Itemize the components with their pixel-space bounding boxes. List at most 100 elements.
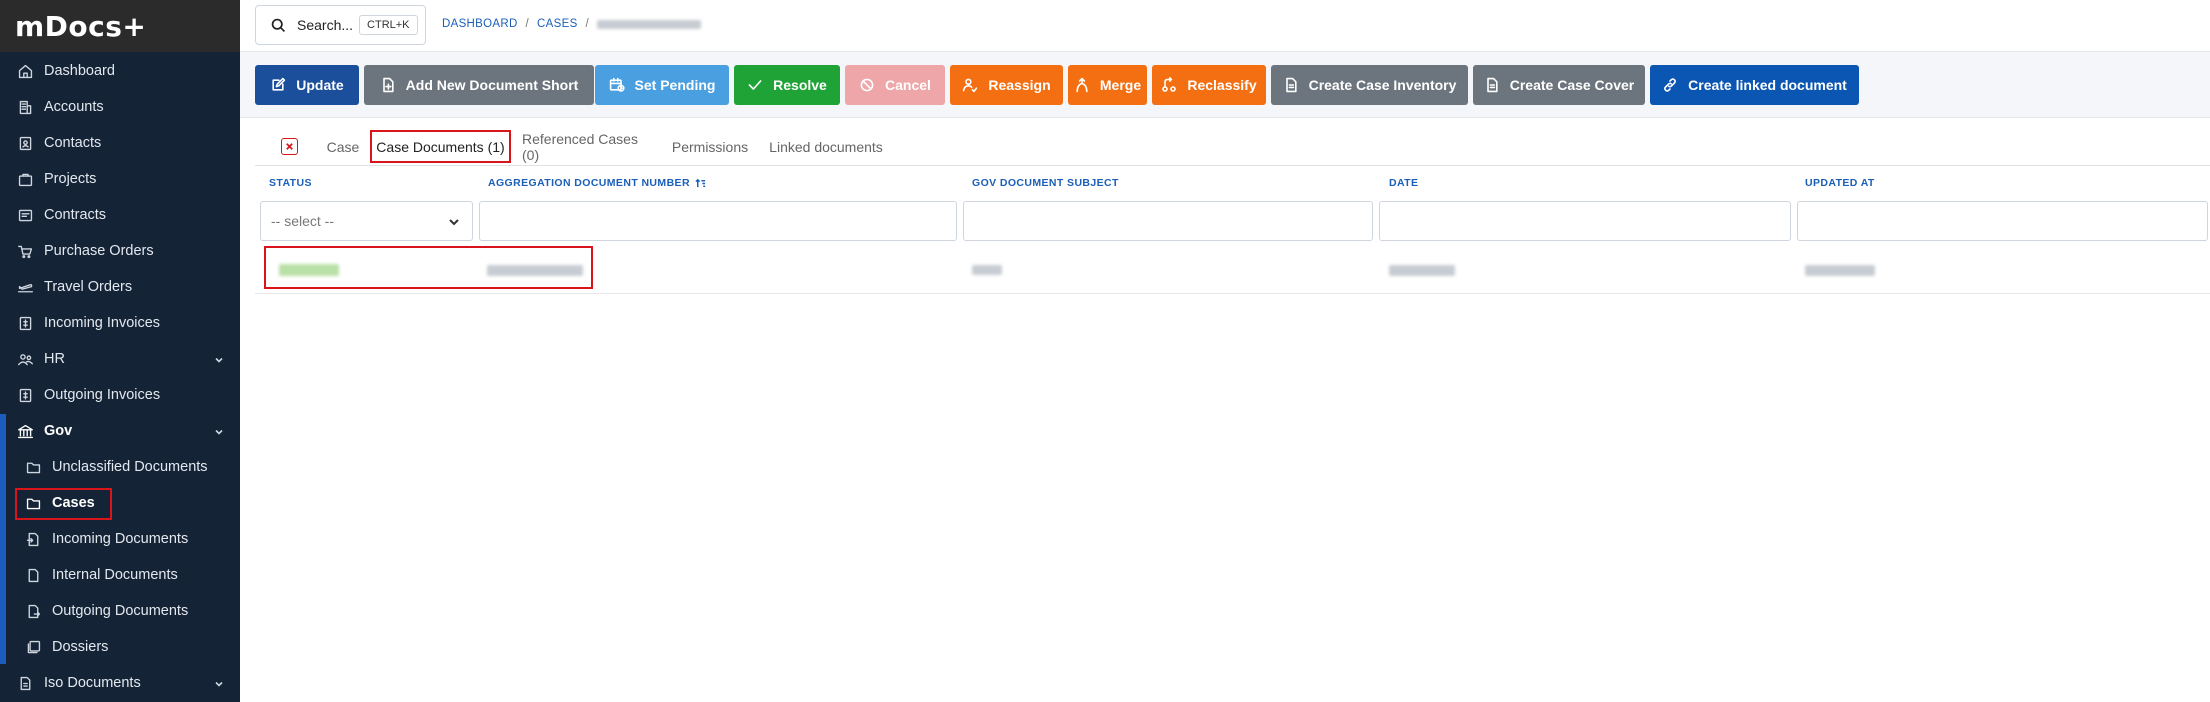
redacted-text xyxy=(1389,264,1455,276)
sidebar-item-contacts[interactable]: Contacts xyxy=(0,126,240,160)
sidebar-item-purchase-orders[interactable]: Purchase Orders xyxy=(0,234,240,268)
sidebar-item-outgoing-invoices[interactable]: Outgoing Invoices xyxy=(0,378,240,412)
chevron-down-icon xyxy=(214,677,224,687)
tab-linked-documents[interactable]: Linked documents xyxy=(763,130,889,164)
status-filter-select[interactable]: -- select -- xyxy=(260,201,473,241)
breadcrumb-dashboard[interactable]: DASHBOARD xyxy=(442,18,518,30)
sidebar-item-iso-documents[interactable]: Iso Documents xyxy=(0,666,240,700)
resolve-button[interactable]: Resolve xyxy=(734,65,840,105)
sidebar-item-label: Internal Documents xyxy=(52,567,178,583)
redacted-text xyxy=(1805,264,1875,276)
sidebar-item-travel-orders[interactable]: Travel Orders xyxy=(0,270,240,304)
reassign-button[interactable]: Reassign xyxy=(950,65,1063,105)
doc-in-icon xyxy=(24,530,42,548)
sidebar-item-dashboard[interactable]: Dashboard xyxy=(0,54,240,88)
create-linked-document-button[interactable]: Create linked document xyxy=(1650,65,1859,105)
chevron-down-icon xyxy=(449,219,459,226)
status-filter-value: -- select -- xyxy=(271,213,334,229)
people-icon xyxy=(16,350,34,368)
contacts-icon xyxy=(16,134,34,152)
folder-outline-icon xyxy=(24,458,42,476)
iso-doc-icon xyxy=(16,674,34,692)
sidebar-item-incoming-documents[interactable]: Incoming Documents xyxy=(0,522,240,556)
sidebar: mDocs+ Dashboard Accounts Contacts Proje… xyxy=(0,0,240,702)
reassign-label: Reassign xyxy=(988,77,1051,93)
doc-icon xyxy=(24,566,42,584)
date-filter-input[interactable] xyxy=(1379,201,1791,241)
aggregation-document-number-filter-input[interactable] xyxy=(479,201,957,241)
user-reassign-icon xyxy=(963,78,978,93)
topbar: Search... CTRL+K DASHBOARD / CASES / xyxy=(240,0,2210,52)
create-case-inventory-button[interactable]: Create Case Inventory xyxy=(1271,65,1468,105)
ban-icon xyxy=(860,78,874,92)
sidebar-item-label: Iso Documents xyxy=(44,675,141,691)
search-label: Search... xyxy=(297,17,354,33)
breadcrumb-cases[interactable]: CASES xyxy=(537,18,578,30)
add-new-document-short-button[interactable]: Add New Document Short xyxy=(364,65,594,105)
reclassify-button[interactable]: Reclassify xyxy=(1152,65,1266,105)
chevron-down-icon xyxy=(214,353,224,363)
sidebar-item-outgoing-documents[interactable]: Outgoing Documents xyxy=(0,594,240,628)
sidebar-item-internal-documents[interactable]: Internal Documents xyxy=(0,558,240,592)
sidebar-item-incoming-invoices[interactable]: Incoming Invoices xyxy=(0,306,240,340)
update-label: Update xyxy=(296,77,344,93)
resolve-label: Resolve xyxy=(773,77,827,93)
search-icon xyxy=(271,18,286,32)
sidebar-item-projects[interactable]: Projects xyxy=(0,162,240,196)
sidebar-item-gov[interactable]: Gov xyxy=(0,414,240,448)
column-header-gov-document-subject[interactable]: GOV DOCUMENT SUBJECT xyxy=(972,177,1119,189)
tab-case[interactable]: Case xyxy=(319,130,367,164)
close-icon[interactable] xyxy=(281,138,298,155)
edit-icon xyxy=(272,77,286,91)
calendar-clock-icon xyxy=(609,77,625,92)
column-header-aggregation-document-number[interactable]: AGGREGATION DOCUMENT NUMBER xyxy=(488,177,706,189)
breadcrumb-separator: / xyxy=(585,18,590,30)
column-header-date[interactable]: DATE xyxy=(1389,177,1418,189)
update-button[interactable]: Update xyxy=(255,65,359,105)
updated-at-filter-input[interactable] xyxy=(1797,201,2208,241)
stack-icon xyxy=(24,638,42,656)
action-bar: Update Add New Document Short Set Pendin… xyxy=(240,52,2210,118)
highlight-document-row xyxy=(264,246,593,289)
home-icon xyxy=(16,62,34,80)
sidebar-item-label: Incoming Invoices xyxy=(44,315,161,331)
sidebar-item-contracts[interactable]: Contracts xyxy=(0,198,240,232)
breadcrumb-separator: / xyxy=(525,18,530,30)
building-icon xyxy=(16,98,34,116)
sidebar-item-label: Dashboard xyxy=(44,63,115,79)
file-text-icon xyxy=(1486,77,1498,93)
gov-document-subject-filter-input[interactable] xyxy=(963,201,1373,241)
sidebar-item-label: HR xyxy=(44,351,65,367)
invoice-out-icon xyxy=(16,386,34,404)
app-logo[interactable]: mDocs+ xyxy=(0,0,240,52)
column-header-updated-at[interactable]: UPDATED AT xyxy=(1805,177,1875,189)
sidebar-item-label: Unclassified Documents xyxy=(52,459,208,475)
cart-icon xyxy=(16,242,34,260)
sidebar-item-label: Outgoing Documents xyxy=(52,603,189,619)
tab-referenced-cases[interactable]: Referenced Cases (0) xyxy=(522,130,658,164)
sidebar-item-label: Contracts xyxy=(44,207,107,223)
file-plus-icon xyxy=(382,77,394,93)
create-case-cover-button[interactable]: Create Case Cover xyxy=(1473,65,1645,105)
search-button[interactable]: Search... CTRL+K xyxy=(255,5,426,45)
tab-case-documents[interactable]: Case Documents (1) xyxy=(370,130,511,163)
sidebar-item-dossiers[interactable]: Dossiers xyxy=(0,630,240,664)
column-header-label: STATUS xyxy=(269,177,312,189)
sidebar-item-label: Travel Orders xyxy=(44,279,133,295)
sidebar-item-label: Outgoing Invoices xyxy=(44,387,161,403)
tab-bar: Case Case Documents (1) Referenced Cases… xyxy=(255,130,2210,166)
create-case-inventory-label: Create Case Inventory xyxy=(1308,77,1457,93)
sidebar-item-unclassified-documents[interactable]: Unclassified Documents xyxy=(0,450,240,484)
sidebar-item-accounts[interactable]: Accounts xyxy=(0,90,240,124)
tab-permissions[interactable]: Permissions xyxy=(667,130,753,164)
merge-button[interactable]: Merge xyxy=(1068,65,1147,105)
set-pending-button[interactable]: Set Pending xyxy=(595,65,729,105)
sidebar-item-label: Gov xyxy=(44,423,73,439)
breadcrumb-current-case-redacted xyxy=(597,19,702,29)
column-header-label: GOV DOCUMENT SUBJECT xyxy=(972,177,1119,189)
sidebar-item-hr[interactable]: HR xyxy=(0,342,240,376)
cancel-button[interactable]: Cancel xyxy=(845,65,945,105)
chevron-down-icon xyxy=(214,425,224,435)
column-header-status[interactable]: STATUS xyxy=(269,177,312,189)
add-new-document-short-label: Add New Document Short xyxy=(405,77,579,93)
